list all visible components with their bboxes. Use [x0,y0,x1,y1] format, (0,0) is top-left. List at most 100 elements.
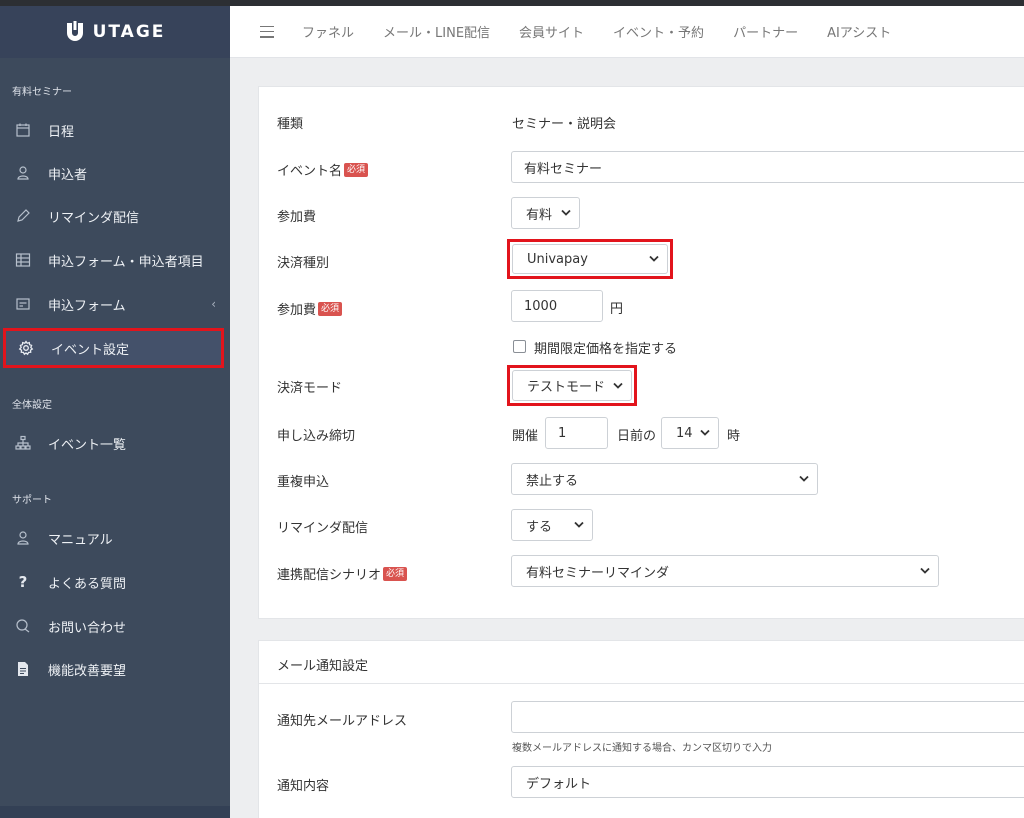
nav-mail-line[interactable]: メール・LINE配信 [383,22,490,41]
brand-name: UTAGE [92,22,166,42]
chevron-down-icon [920,567,930,574]
fee-type-select[interactable]: 有料 [511,197,580,229]
scenario-label: 連携配信シナリオ 必須 [277,564,408,583]
fee-label: 参加費 必須 [277,299,343,318]
chevron-left-icon: ‹ [211,297,216,311]
event-name-input[interactable]: 有料セミナー [511,151,1024,183]
sidebar-footer [0,806,230,818]
pencil-icon [14,207,32,225]
sidebar-item-label: イベント設定 [51,342,130,358]
sidebar-item-label: お問い合わせ [48,620,127,636]
fee-input[interactable]: 1000 [511,290,603,322]
chevron-down-icon [649,255,659,262]
nav-partner[interactable]: パートナー [733,22,798,41]
deadline-mid-text: 日前の [617,429,657,444]
limited-price-checkbox[interactable] [513,340,526,353]
logo[interactable]: UTAGE [0,6,230,58]
reminder-select[interactable]: する [511,509,593,541]
sidebar-item-applicants[interactable]: 申込者 [0,153,230,193]
payment-type-select[interactable]: Univapay [512,244,668,274]
sidebar-item-label: よくある質問 [48,576,127,592]
notify-content-select[interactable]: デフォルト [511,766,1024,798]
sidebar-item-label: 申込者 [48,167,88,183]
event-name-label: イベント名 必須 [277,160,369,179]
sidebar-item-contact[interactable]: お問い合わせ [0,606,230,646]
mail-settings-title: メール通知設定 [277,659,369,674]
event-settings-card: 種類 セミナー・説明会 イベント名 必須 有料セミナー 参加費 有料 決済種別 U… [258,86,1024,619]
scenario-value: 有料セミナーリマインダ [526,565,670,581]
sidebar-item-manual[interactable]: マニュアル [0,518,230,558]
sidebar-item-form[interactable]: 申込フォーム ‹ [0,284,230,324]
type-label: 種類 [277,117,304,132]
sidebar-item-label: 申込フォーム [48,298,126,314]
fee-type-label: 参加費 [277,210,317,225]
nav-member-site[interactable]: 会員サイト [519,22,584,41]
sidebar-item-label: 日程 [48,124,75,140]
card-divider [259,683,1024,684]
sitemap-icon [14,434,32,452]
sidebar-section-support: サポート [12,494,52,506]
chevron-down-icon [700,429,710,436]
sidebar-item-label: リマインダ配信 [48,210,140,226]
form-icon [14,295,32,313]
question-icon: ? [18,573,28,591]
chevron-down-icon [799,475,809,482]
sidebar-item-feature-request[interactable]: 機能改善要望 [0,649,230,689]
scenario-select[interactable]: 有料セミナーリマインダ [511,555,939,587]
chat-icon [14,617,32,635]
nav-event-booking[interactable]: イベント・予約 [613,22,704,41]
limited-price-label: 期間限定価格を指定する [534,342,678,357]
deadline-label: 申し込み締切 [277,429,356,444]
sidebar-item-label: 申込フォーム・申込者項目 [48,254,204,270]
duplicate-select[interactable]: 禁止する [511,463,818,495]
deadline-hour-value: 14 [676,425,693,441]
hamburger-menu-icon[interactable] [260,25,274,38]
deadline-hour-select[interactable]: 14 [661,417,719,449]
payment-mode-select[interactable]: テストモード [512,370,632,401]
notify-address-label: 通知先メールアドレス [277,714,408,729]
notify-address-input[interactable] [511,701,1024,733]
sidebar-item-label: マニュアル [48,532,113,548]
document-icon [14,660,32,678]
deadline-prefix: 開催 [512,429,539,444]
scenario-label-text: 連携配信シナリオ [277,568,382,583]
fee-label-text: 参加費 [277,303,317,318]
sidebar-item-reminder[interactable]: リマインダ配信 [0,196,230,236]
deadline-days-input[interactable]: 1 [545,417,608,449]
duplicate-label: 重複申込 [277,475,330,490]
gear-icon [17,339,35,357]
required-badge: 必須 [383,566,408,581]
notify-address-help: 複数メールアドレスに通知する場合、カンマ区切りで入力 [512,743,772,754]
nav-funnel[interactable]: ファネル [302,22,354,41]
chevron-down-icon [574,521,584,528]
event-name-label-text: イベント名 [277,164,343,179]
sidebar-item-event-settings[interactable]: イベント設定 [3,328,224,368]
sidebar-item-label: イベント一覧 [48,437,127,453]
deadline-suffix: 時 [727,429,741,444]
type-value: セミナー・説明会 [512,117,617,132]
required-badge: 必須 [344,162,369,177]
user-icon [14,529,32,547]
nav-ai-assist[interactable]: AIアシスト [827,22,891,41]
duplicate-value: 禁止する [526,473,579,489]
sidebar-item-form-fields[interactable]: 申込フォーム・申込者項目 [0,240,230,280]
fee-unit: 円 [610,302,624,317]
sidebar: UTAGE 有料セミナー 日程 申込者 リマインダ配信 申込フォーム・申込者項目… [0,6,230,818]
table-icon [14,251,32,269]
required-badge: 必須 [318,301,343,316]
user-icon [14,164,32,182]
payment-mode-label: 決済モード [277,381,343,396]
reminder-value: する [526,519,553,535]
sidebar-section-global: 全体設定 [12,399,52,411]
sidebar-item-event-list[interactable]: イベント一覧 [0,423,230,463]
sidebar-item-label: 機能改善要望 [48,663,127,679]
fee-type-value: 有料 [526,207,553,223]
chevron-down-icon [561,209,571,216]
top-navigation: ファネル メール・LINE配信 会員サイト イベント・予約 パートナー AIアシ… [230,6,1024,58]
payment-type-value: Univapay [527,251,588,267]
calendar-icon [14,121,32,139]
sidebar-item-schedule[interactable]: 日程 [0,110,230,150]
payment-mode-value: テストモード [527,380,606,395]
sidebar-item-faq[interactable]: ? よくある質問 [0,562,230,602]
notify-content-value: デフォルト [526,776,592,792]
